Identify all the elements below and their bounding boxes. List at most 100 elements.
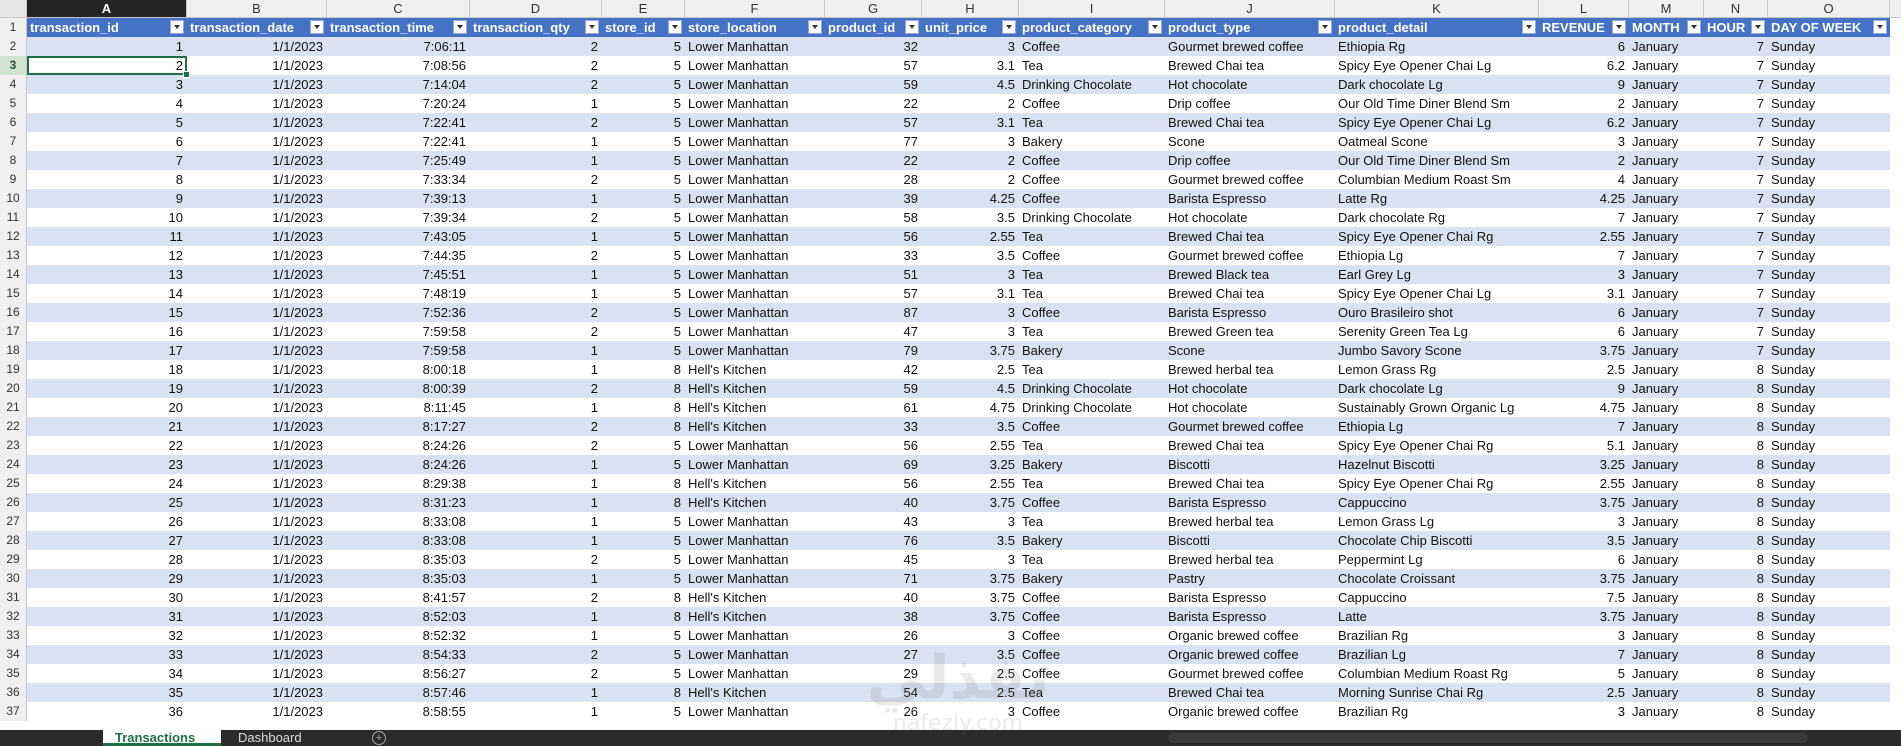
cell-o26[interactable]: Sunday — [1768, 493, 1890, 512]
filter-dropdown-icon[interactable] — [1522, 20, 1536, 34]
cell-a31[interactable]: 30 — [27, 588, 187, 607]
cell-n2[interactable]: 7 — [1704, 37, 1768, 56]
cell-k20[interactable]: Dark chocolate Lg — [1335, 379, 1539, 398]
cell-i15[interactable]: Tea — [1019, 284, 1165, 303]
cell-j24[interactable]: Biscotti — [1165, 455, 1335, 474]
cell-i30[interactable]: Bakery — [1019, 569, 1165, 588]
cell-i19[interactable]: Tea — [1019, 360, 1165, 379]
cell-h4[interactable]: 4.5 — [922, 75, 1019, 94]
cell-h34[interactable]: 3.5 — [922, 645, 1019, 664]
cell-c27[interactable]: 8:33:08 — [327, 512, 470, 531]
cell-m34[interactable]: January — [1629, 645, 1704, 664]
cell-b9[interactable]: 1/1/2023 — [187, 170, 327, 189]
cell-k14[interactable]: Earl Grey Lg — [1335, 265, 1539, 284]
cell-k37[interactable]: Brazilian Rg — [1335, 702, 1539, 721]
cell-m9[interactable]: January — [1629, 170, 1704, 189]
row-number[interactable]: 4 — [0, 75, 27, 94]
cell-a23[interactable]: 22 — [27, 436, 187, 455]
row-number[interactable]: 6 — [0, 113, 27, 132]
cell-e6[interactable]: 5 — [602, 113, 685, 132]
cell-d32[interactable]: 1 — [470, 607, 602, 626]
cell-b21[interactable]: 1/1/2023 — [187, 398, 327, 417]
cell-j26[interactable]: Barista Espresso — [1165, 493, 1335, 512]
cell-i12[interactable]: Tea — [1019, 227, 1165, 246]
cell-d26[interactable]: 1 — [470, 493, 602, 512]
row-number[interactable]: 28 — [0, 531, 27, 550]
cell-i21[interactable]: Drinking Chocolate — [1019, 398, 1165, 417]
cell-f25[interactable]: Hell's Kitchen — [685, 474, 825, 493]
header-cell-product_category[interactable]: product_category — [1019, 18, 1165, 37]
cell-g26[interactable]: 40 — [825, 493, 922, 512]
cell-j10[interactable]: Barista Espresso — [1165, 189, 1335, 208]
cell-d19[interactable]: 1 — [470, 360, 602, 379]
header-cell-product_type[interactable]: product_type — [1165, 18, 1335, 37]
cell-k17[interactable]: Serenity Green Tea Lg — [1335, 322, 1539, 341]
cell-i13[interactable]: Coffee — [1019, 246, 1165, 265]
cell-j31[interactable]: Barista Espresso — [1165, 588, 1335, 607]
cell-l14[interactable]: 3 — [1539, 265, 1629, 284]
cell-e27[interactable]: 5 — [602, 512, 685, 531]
cell-c2[interactable]: 7:06:11 — [327, 37, 470, 56]
cell-b2[interactable]: 1/1/2023 — [187, 37, 327, 56]
cell-n10[interactable]: 7 — [1704, 189, 1768, 208]
cell-k3[interactable]: Spicy Eye Opener Chai Lg — [1335, 56, 1539, 75]
cell-l13[interactable]: 7 — [1539, 246, 1629, 265]
cell-d16[interactable]: 2 — [470, 303, 602, 322]
cell-b23[interactable]: 1/1/2023 — [187, 436, 327, 455]
cell-i10[interactable]: Coffee — [1019, 189, 1165, 208]
cell-c17[interactable]: 7:59:58 — [327, 322, 470, 341]
row-number[interactable]: 22 — [0, 417, 27, 436]
row-number[interactable]: 3 — [0, 56, 27, 75]
cell-n35[interactable]: 8 — [1704, 664, 1768, 683]
cell-f18[interactable]: Lower Manhattan — [685, 341, 825, 360]
cell-g13[interactable]: 33 — [825, 246, 922, 265]
cell-g28[interactable]: 76 — [825, 531, 922, 550]
cell-l31[interactable]: 7.5 — [1539, 588, 1629, 607]
cell-m27[interactable]: January — [1629, 512, 1704, 531]
cell-h9[interactable]: 2 — [922, 170, 1019, 189]
column-letter-o[interactable]: O — [1768, 0, 1890, 17]
cell-j35[interactable]: Gourmet brewed coffee — [1165, 664, 1335, 683]
cell-g29[interactable]: 45 — [825, 550, 922, 569]
cell-l6[interactable]: 6.2 — [1539, 113, 1629, 132]
cell-e26[interactable]: 8 — [602, 493, 685, 512]
cell-m28[interactable]: January — [1629, 531, 1704, 550]
cell-g3[interactable]: 57 — [825, 56, 922, 75]
cell-o4[interactable]: Sunday — [1768, 75, 1890, 94]
row-number[interactable]: 29 — [0, 550, 27, 569]
cell-i29[interactable]: Tea — [1019, 550, 1165, 569]
cell-c3[interactable]: 7:08:56 — [327, 56, 470, 75]
cell-n24[interactable]: 8 — [1704, 455, 1768, 474]
header-cell-hour[interactable]: HOUR — [1704, 18, 1768, 37]
cell-i26[interactable]: Coffee — [1019, 493, 1165, 512]
cell-a11[interactable]: 10 — [27, 208, 187, 227]
cell-o5[interactable]: Sunday — [1768, 94, 1890, 113]
cell-l2[interactable]: 6 — [1539, 37, 1629, 56]
column-letter-k[interactable]: K — [1335, 0, 1539, 17]
cell-j29[interactable]: Brewed herbal tea — [1165, 550, 1335, 569]
cell-e20[interactable]: 8 — [602, 379, 685, 398]
cell-j28[interactable]: Biscotti — [1165, 531, 1335, 550]
cell-e32[interactable]: 8 — [602, 607, 685, 626]
cell-i35[interactable]: Coffee — [1019, 664, 1165, 683]
filter-dropdown-icon[interactable] — [668, 20, 682, 34]
cell-l11[interactable]: 7 — [1539, 208, 1629, 227]
cell-o9[interactable]: Sunday — [1768, 170, 1890, 189]
cell-e9[interactable]: 5 — [602, 170, 685, 189]
cell-f3[interactable]: Lower Manhattan — [685, 56, 825, 75]
cell-b13[interactable]: 1/1/2023 — [187, 246, 327, 265]
cell-n17[interactable]: 7 — [1704, 322, 1768, 341]
cell-j2[interactable]: Gourmet brewed coffee — [1165, 37, 1335, 56]
tab-transactions[interactable]: Transactions — [103, 730, 221, 746]
spreadsheet-grid[interactable]: ABCDEFGHIJKLMNO 1 transaction_id transacti… — [0, 0, 1901, 730]
filter-dropdown-icon[interactable] — [905, 20, 919, 34]
cell-o22[interactable]: Sunday — [1768, 417, 1890, 436]
cell-c26[interactable]: 8:31:23 — [327, 493, 470, 512]
cell-b32[interactable]: 1/1/2023 — [187, 607, 327, 626]
cell-e17[interactable]: 5 — [602, 322, 685, 341]
cell-n11[interactable]: 7 — [1704, 208, 1768, 227]
header-cell-store_location[interactable]: store_location — [685, 18, 825, 37]
cell-f20[interactable]: Hell's Kitchen — [685, 379, 825, 398]
cell-h21[interactable]: 4.75 — [922, 398, 1019, 417]
cell-l8[interactable]: 2 — [1539, 151, 1629, 170]
